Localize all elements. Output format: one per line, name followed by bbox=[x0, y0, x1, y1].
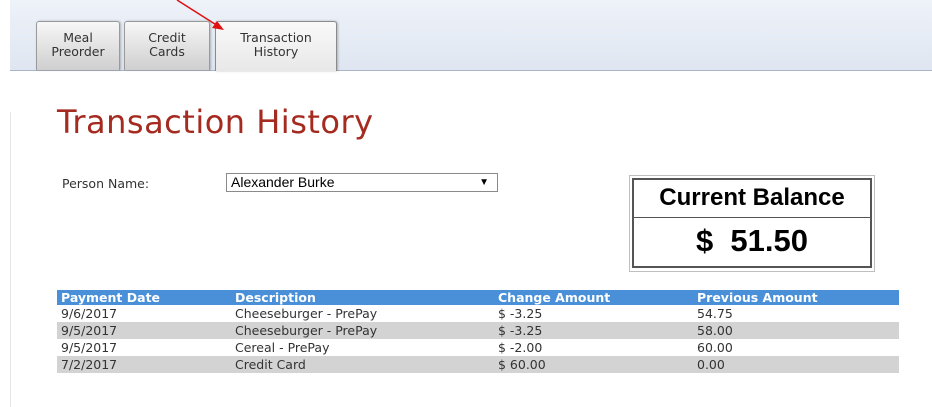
column-header-payment-date[interactable]: Payment Date bbox=[61, 290, 160, 305]
previous-amount-cell: 0.00 bbox=[697, 357, 725, 372]
table-header: Payment Date Description Change Amount P… bbox=[57, 290, 899, 305]
table-row: 9/5/2017 Cereal - PrePay $ -2.00 60.00 bbox=[57, 339, 899, 356]
payment-date-cell: 9/6/2017 bbox=[61, 306, 118, 321]
description-cell: Cereal - PrePay bbox=[235, 340, 330, 355]
column-header-description[interactable]: Description bbox=[235, 290, 316, 305]
current-balance-value: $ 51.50 bbox=[632, 218, 872, 268]
table-row: 7/2/2017 Credit Card $ 60.00 0.00 bbox=[57, 356, 899, 373]
chevron-down-icon: ▼ bbox=[479, 177, 489, 188]
person-name-select[interactable]: Alexander Burke ▼ bbox=[226, 173, 498, 192]
tab-credit-cards[interactable]: Credit Cards bbox=[124, 21, 210, 70]
description-cell: Cheeseburger - PrePay bbox=[235, 306, 378, 321]
tab-transaction-history[interactable]: Transaction History bbox=[215, 21, 337, 71]
column-header-previous-amount[interactable]: Previous Amount bbox=[697, 290, 818, 305]
description-cell: Credit Card bbox=[235, 357, 306, 372]
change-amount-cell: $ 60.00 bbox=[498, 357, 546, 372]
change-amount-cell: $ -3.25 bbox=[498, 323, 543, 338]
current-balance-box: Current Balance $ 51.50 bbox=[629, 175, 875, 272]
tab-label-line: Preorder bbox=[51, 44, 105, 59]
description-cell: Cheeseburger - PrePay bbox=[235, 323, 378, 338]
previous-amount-cell: 54.75 bbox=[697, 306, 733, 321]
table-row: 9/6/2017 Cheeseburger - PrePay $ -3.25 5… bbox=[57, 305, 899, 322]
payment-date-cell: 9/5/2017 bbox=[61, 340, 118, 355]
tab-label-line: History bbox=[253, 44, 299, 59]
change-amount-cell: $ -2.00 bbox=[498, 340, 543, 355]
change-amount-cell: $ -3.25 bbox=[498, 306, 543, 321]
table-row: 9/5/2017 Cheeseburger - PrePay $ -3.25 5… bbox=[57, 322, 899, 339]
person-name-label: Person Name: bbox=[62, 176, 150, 191]
tab-label-line: Credit bbox=[148, 30, 186, 45]
previous-amount-cell: 58.00 bbox=[697, 323, 733, 338]
tab-bar: Meal Preorder Credit Cards Transaction Hist… bbox=[10, 0, 932, 71]
tab-label-line: Cards bbox=[149, 44, 185, 59]
tab-label-line: Meal bbox=[63, 30, 93, 45]
current-balance-label: Current Balance bbox=[632, 178, 872, 218]
content-divider bbox=[10, 112, 11, 407]
page-title: Transaction History bbox=[57, 103, 374, 141]
transaction-table: Payment Date Description Change Amount P… bbox=[57, 290, 899, 373]
tab-label-line: Transaction bbox=[240, 30, 312, 45]
previous-amount-cell: 60.00 bbox=[697, 340, 733, 355]
tab-meal-preorder[interactable]: Meal Preorder bbox=[36, 21, 120, 70]
person-name-value: Alexander Burke bbox=[231, 174, 335, 190]
column-header-change-amount[interactable]: Change Amount bbox=[498, 290, 610, 305]
payment-date-cell: 9/5/2017 bbox=[61, 323, 118, 338]
payment-date-cell: 7/2/2017 bbox=[61, 357, 118, 372]
